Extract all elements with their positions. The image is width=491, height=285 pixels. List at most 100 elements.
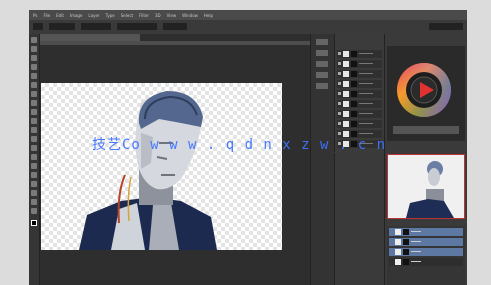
layer-name xyxy=(359,73,373,74)
layer-name xyxy=(359,93,373,94)
menu-layer[interactable]: Layer xyxy=(88,13,99,18)
layer-row[interactable] xyxy=(337,80,382,88)
menu-image[interactable]: Image xyxy=(70,13,83,18)
menu-file[interactable]: File xyxy=(43,13,50,18)
layer-row[interactable] xyxy=(337,70,382,78)
type-icon[interactable] xyxy=(31,172,37,178)
mask-thumbnail xyxy=(351,61,357,67)
swatch-strip[interactable] xyxy=(393,126,459,134)
stamp-icon[interactable] xyxy=(31,109,37,115)
layer-name xyxy=(359,53,373,54)
document-tab[interactable] xyxy=(40,34,140,41)
healing-icon[interactable] xyxy=(31,91,37,97)
menu-ps[interactable]: Ps xyxy=(33,13,37,18)
layer-row-selected[interactable] xyxy=(389,248,463,256)
visibility-icon[interactable] xyxy=(338,82,341,85)
menu-3d[interactable]: 3D xyxy=(155,13,161,18)
marquee-icon[interactable] xyxy=(31,46,37,52)
menu-type[interactable]: Type xyxy=(106,13,115,18)
layer-name xyxy=(359,103,373,104)
option-field[interactable] xyxy=(81,23,111,30)
mask-thumbnail xyxy=(351,71,357,77)
layer-name xyxy=(411,261,421,262)
layer-name xyxy=(411,251,421,252)
hand-icon[interactable] xyxy=(31,199,37,205)
option-field[interactable] xyxy=(163,23,187,30)
mask-thumbnail xyxy=(351,91,357,97)
layer-row[interactable] xyxy=(337,100,382,108)
mask-thumbnail xyxy=(351,121,357,127)
visibility-icon[interactable] xyxy=(338,72,341,75)
shape-icon[interactable] xyxy=(31,190,37,196)
zoom-icon[interactable] xyxy=(31,208,37,214)
layer-row[interactable] xyxy=(337,50,382,58)
layer-thumbnail xyxy=(395,229,401,235)
layer-name xyxy=(359,123,373,124)
visibility-icon[interactable] xyxy=(338,52,341,55)
menu-select[interactable]: Select xyxy=(121,13,133,18)
tool-preset-picker[interactable] xyxy=(33,23,43,30)
mask-thumbnail xyxy=(403,249,409,255)
right-panel-dock xyxy=(384,34,467,285)
layer-name xyxy=(359,113,373,114)
layer-thumbnail xyxy=(395,259,401,265)
layer-row[interactable] xyxy=(337,120,382,128)
mask-thumbnail xyxy=(351,51,357,57)
menu-filter[interactable]: Filter xyxy=(139,13,149,18)
watermark-text: 技艺Co w w w . q d n x z w . c n xyxy=(92,137,387,153)
blur-icon[interactable] xyxy=(31,145,37,151)
robot-artwork xyxy=(79,91,217,250)
visibility-icon[interactable] xyxy=(338,92,341,95)
quick-select-icon[interactable] xyxy=(31,64,37,70)
workspace-switcher[interactable] xyxy=(429,23,463,30)
eyedropper-icon[interactable] xyxy=(31,82,37,88)
layer-thumbnail xyxy=(343,91,349,97)
gradient-icon[interactable] xyxy=(31,136,37,142)
tools-panel xyxy=(29,34,40,285)
visibility-icon[interactable] xyxy=(338,102,341,105)
layer-row[interactable] xyxy=(337,60,382,68)
character-icon[interactable] xyxy=(316,72,328,78)
eraser-icon[interactable] xyxy=(31,127,37,133)
option-field[interactable] xyxy=(49,23,75,30)
history-icon[interactable] xyxy=(316,39,328,45)
color-wheel[interactable] xyxy=(387,46,465,141)
brush-icon[interactable] xyxy=(31,100,37,106)
layer-thumbnail xyxy=(343,71,349,77)
mask-thumbnail xyxy=(351,101,357,107)
menu-view[interactable]: View xyxy=(167,13,177,18)
layer-row-selected[interactable] xyxy=(389,238,463,246)
channels-panel xyxy=(334,153,384,285)
layer-row[interactable] xyxy=(389,258,463,266)
mask-thumbnail xyxy=(351,111,357,117)
visibility-icon[interactable] xyxy=(338,62,341,65)
paragraph-icon[interactable] xyxy=(316,83,328,89)
option-field[interactable] xyxy=(117,23,157,30)
brush-panel-icon[interactable] xyxy=(316,61,328,67)
crop-icon[interactable] xyxy=(31,73,37,79)
pen-icon[interactable] xyxy=(31,163,37,169)
path-select-icon[interactable] xyxy=(31,181,37,187)
dodge-icon[interactable] xyxy=(31,154,37,160)
document-canvas[interactable] xyxy=(41,83,282,250)
history-brush-icon[interactable] xyxy=(31,118,37,124)
panel-icons-strip xyxy=(310,34,334,285)
layer-row-selected[interactable] xyxy=(389,228,463,236)
layer-thumbnail xyxy=(395,239,401,245)
layer-row[interactable] xyxy=(337,110,382,118)
visibility-icon[interactable] xyxy=(338,112,341,115)
lasso-icon[interactable] xyxy=(31,55,37,61)
ruler xyxy=(40,41,310,45)
menu-edit[interactable]: Edit xyxy=(56,13,64,18)
layer-thumbnail xyxy=(343,81,349,87)
color-wheel-panel xyxy=(387,46,465,141)
layer-row[interactable] xyxy=(337,90,382,98)
layer-thumbnail xyxy=(343,121,349,127)
visibility-icon[interactable] xyxy=(338,122,341,125)
navigator-panel[interactable] xyxy=(387,154,465,219)
properties-icon[interactable] xyxy=(316,50,328,56)
move-icon[interactable] xyxy=(31,37,37,43)
menu-window[interactable]: Window xyxy=(182,13,198,18)
foreground-color-swatch[interactable] xyxy=(31,220,37,226)
menu-help[interactable]: Help xyxy=(204,13,213,18)
